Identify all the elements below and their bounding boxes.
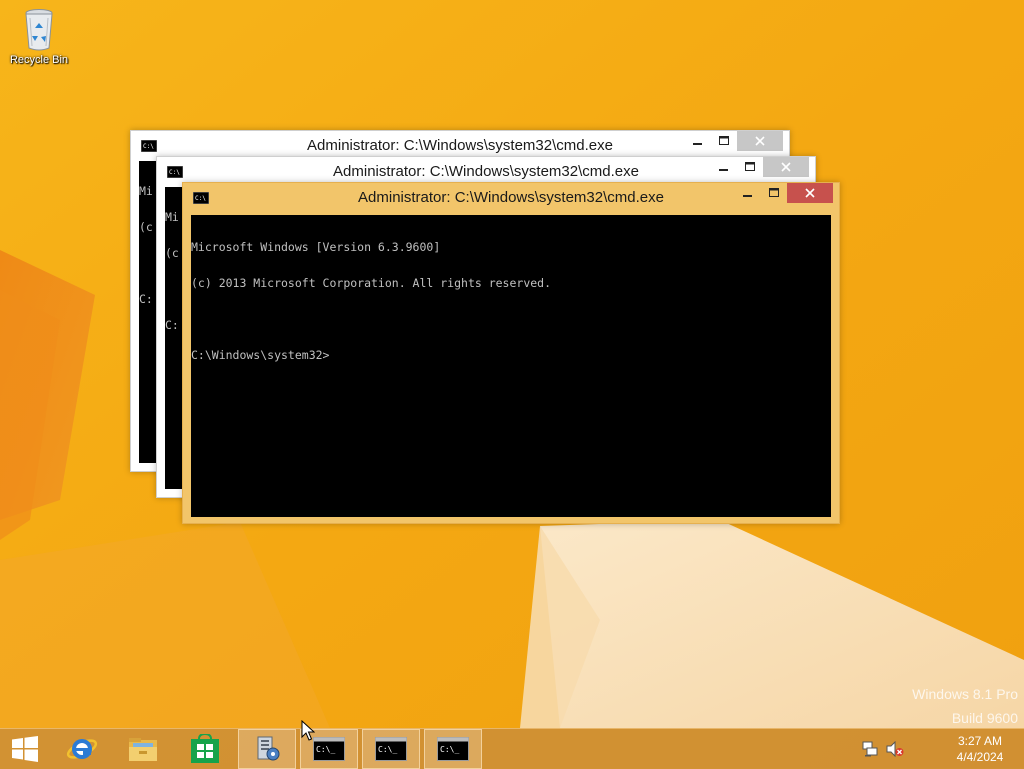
internet-explorer-icon bbox=[66, 739, 98, 759]
close-icon bbox=[805, 188, 815, 198]
store-button[interactable] bbox=[176, 729, 234, 769]
cmd-icon: C:\_ bbox=[375, 737, 407, 761]
minimize-icon bbox=[693, 143, 702, 145]
maximize-button[interactable] bbox=[711, 131, 737, 151]
cmd-taskbar-button-2[interactable]: C:\_ bbox=[362, 729, 420, 769]
minimize-button[interactable] bbox=[711, 157, 737, 177]
title-bar[interactable]: C:\ Administrator: C:\Windows\system32\c… bbox=[183, 183, 839, 210]
console-line: Microsoft Windows [Version 6.3.9600] bbox=[191, 240, 441, 254]
cmd-icon: C:\_ bbox=[437, 737, 469, 761]
server-manager-button[interactable] bbox=[238, 729, 296, 769]
os-edition-watermark: Windows 8.1 Pro bbox=[912, 686, 1018, 702]
cmd-icon-text: C:\_ bbox=[378, 745, 397, 754]
start-button[interactable] bbox=[0, 729, 50, 769]
close-button[interactable] bbox=[787, 183, 833, 203]
console-line: (c) 2013 Microsoft Corporation. All righ… bbox=[191, 276, 552, 290]
recycle-bin-label: Recycle Bin bbox=[9, 54, 69, 66]
close-icon bbox=[781, 162, 791, 172]
title-bar[interactable]: C:\ Administrator: C:\Windows\system32\c… bbox=[157, 157, 815, 184]
folder-icon bbox=[129, 738, 157, 761]
close-icon bbox=[755, 136, 765, 146]
console-prompt: C:\Windows\system32> bbox=[191, 348, 330, 362]
clock-time: 3:27 AM bbox=[957, 734, 1003, 748]
mouse-cursor-icon bbox=[301, 720, 315, 741]
cmd-taskbar-button-3[interactable]: C:\_ bbox=[424, 729, 482, 769]
network-icon[interactable] bbox=[862, 741, 878, 757]
close-button[interactable] bbox=[763, 157, 809, 177]
maximize-icon bbox=[719, 136, 729, 145]
console-area[interactable]: Microsoft Windows [Version 6.3.9600] (c)… bbox=[191, 215, 831, 517]
maximize-button[interactable] bbox=[737, 157, 763, 177]
clock-date: 4/4/2024 bbox=[956, 750, 1004, 764]
internet-explorer-button[interactable] bbox=[54, 729, 110, 769]
minimize-icon bbox=[743, 195, 752, 197]
minimize-button[interactable] bbox=[735, 183, 761, 203]
minimize-icon bbox=[719, 169, 728, 171]
os-build-watermark: Build 9600 bbox=[951, 710, 1018, 726]
cmd-icon: C:\_ bbox=[313, 737, 345, 761]
store-icon bbox=[191, 734, 219, 763]
cmd-icon-text: C:\_ bbox=[440, 745, 459, 754]
minimize-button[interactable] bbox=[685, 131, 711, 151]
windows-logo-icon bbox=[12, 736, 38, 762]
cmd-window-3[interactable]: C:\ Administrator: C:\Windows\system32\c… bbox=[182, 182, 840, 524]
recycle-bin-icon bbox=[25, 9, 53, 51]
recycle-bin-shortcut[interactable]: Recycle Bin bbox=[4, 6, 74, 66]
title-bar[interactable]: C:\ Administrator: C:\Windows\system32\c… bbox=[131, 131, 789, 158]
volume-muted-icon[interactable] bbox=[886, 741, 904, 757]
clock[interactable]: 3:27 AM 4/4/2024 bbox=[940, 733, 1020, 765]
server-manager-icon bbox=[257, 736, 280, 761]
cmd-icon-text: C:\_ bbox=[316, 745, 335, 754]
maximize-button[interactable] bbox=[761, 183, 787, 203]
maximize-icon bbox=[769, 188, 779, 197]
close-button[interactable] bbox=[737, 131, 783, 151]
taskbar: C:\_ C:\_ C:\_ 3:27 AM 4/4/2024 bbox=[0, 728, 1024, 769]
file-explorer-button[interactable] bbox=[114, 729, 172, 769]
maximize-icon bbox=[745, 162, 755, 171]
